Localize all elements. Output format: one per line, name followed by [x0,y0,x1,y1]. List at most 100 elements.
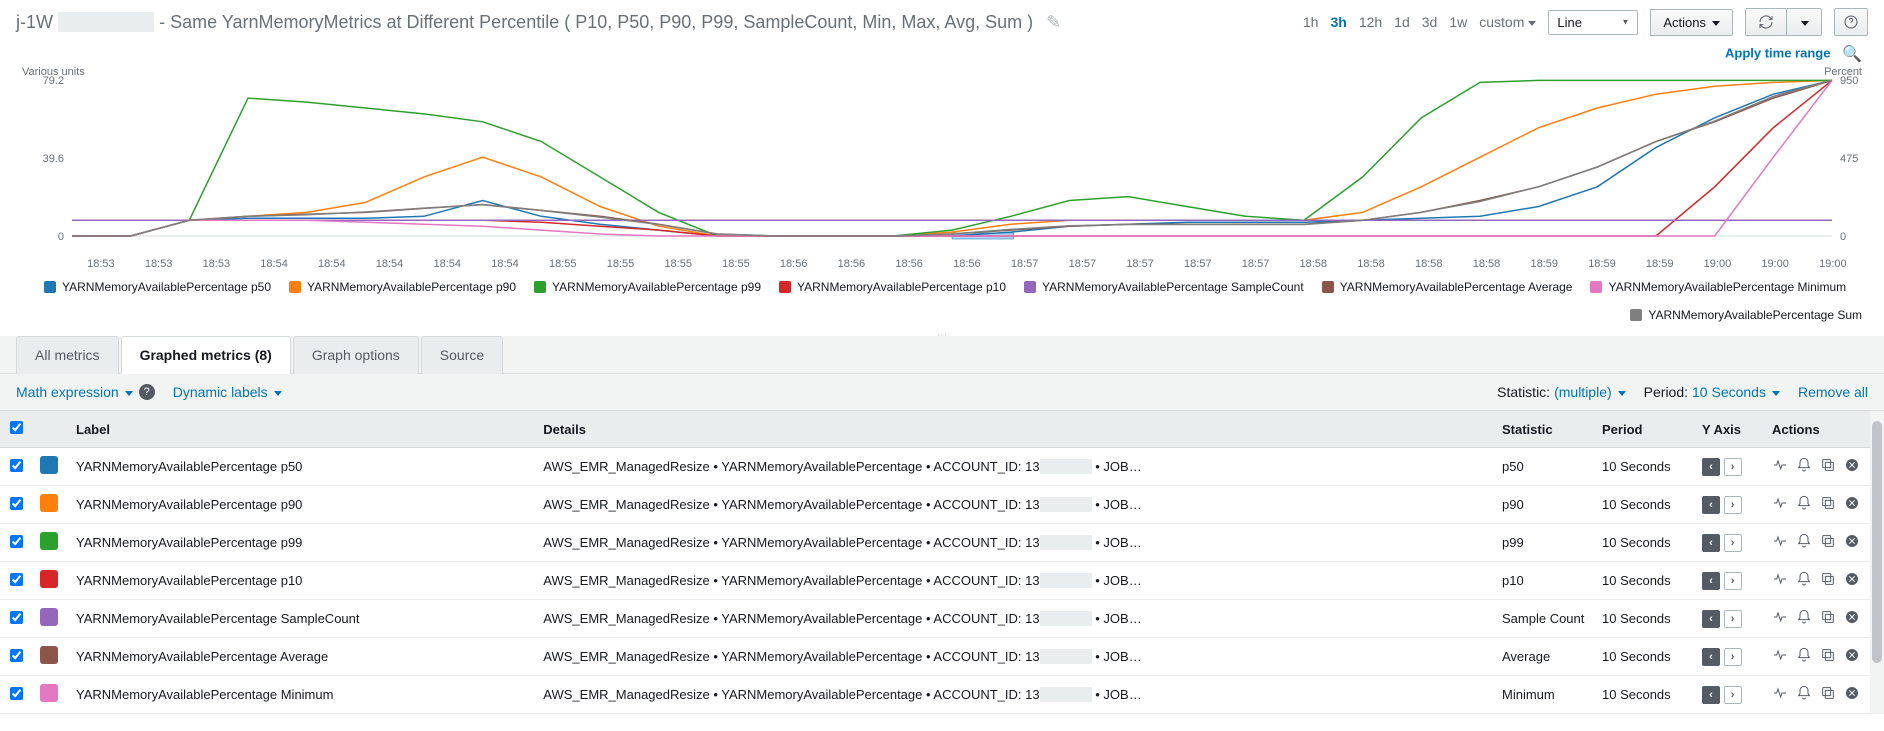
time-range-12h[interactable]: 12h [1359,14,1382,30]
math-expression-link[interactable]: Math expression [16,384,133,400]
tab-all-metrics[interactable]: All metrics [16,336,119,374]
bell-icon[interactable] [1796,647,1812,666]
remove-icon[interactable] [1844,533,1860,552]
remove-icon[interactable] [1844,495,1860,514]
row-period[interactable]: 10 Seconds [1594,562,1694,600]
alarm-icon[interactable] [1772,533,1788,552]
legend-item-right[interactable]: YARNMemoryAvailablePercentage Sum [1630,308,1862,322]
yaxis-left-btn[interactable]: ‹ [1702,572,1720,590]
splitter-handle[interactable]: ⋯ [0,330,1884,336]
row-period[interactable]: 10 Seconds [1594,600,1694,638]
row-statistic[interactable]: Sample Count [1494,600,1594,638]
select-all-checkbox[interactable] [10,421,23,434]
alarm-icon[interactable] [1772,571,1788,590]
color-swatch[interactable] [40,608,58,626]
copy-icon[interactable] [1820,685,1836,704]
color-swatch[interactable] [40,494,58,512]
copy-icon[interactable] [1820,533,1836,552]
color-swatch[interactable] [40,532,58,550]
yaxis-left-btn[interactable]: ‹ [1702,496,1720,514]
alarm-icon[interactable] [1772,609,1788,628]
time-range-3h[interactable]: 3h [1330,14,1346,30]
alarm-icon[interactable] [1772,495,1788,514]
period-dropdown[interactable]: 10 Seconds [1692,384,1780,400]
copy-icon[interactable] [1820,571,1836,590]
alarm-icon[interactable] [1772,647,1788,666]
color-swatch[interactable] [40,570,58,588]
actions-button[interactable]: Actions [1650,9,1733,36]
yaxis-left-btn[interactable]: ‹ [1702,686,1720,704]
row-period[interactable]: 10 Seconds [1594,524,1694,562]
yaxis-right-btn[interactable]: › [1724,572,1742,590]
legend-item[interactable]: YARNMemoryAvailablePercentage p99 [534,280,761,294]
yaxis-right-btn[interactable]: › [1724,648,1742,666]
apply-time-range-link[interactable]: Apply time range [1725,45,1830,60]
yaxis-left-btn[interactable]: ‹ [1702,534,1720,552]
row-statistic[interactable]: Average [1494,638,1594,676]
yaxis-right-btn[interactable]: › [1724,686,1742,704]
remove-all-link[interactable]: Remove all [1798,384,1868,400]
yaxis-right-btn[interactable]: › [1724,534,1742,552]
help-button[interactable] [1834,8,1868,36]
math-help-icon[interactable]: ? [139,384,155,400]
remove-icon[interactable] [1844,647,1860,666]
bell-icon[interactable] [1796,685,1812,704]
edit-title-icon[interactable]: ✎ [1046,12,1061,32]
legend-item[interactable]: YARNMemoryAvailablePercentage p10 [779,280,1006,294]
row-statistic[interactable]: p50 [1494,448,1594,486]
row-period[interactable]: 10 Seconds [1594,486,1694,524]
row-checkbox[interactable] [10,687,23,700]
alarm-icon[interactable] [1772,685,1788,704]
legend-item[interactable]: YARNMemoryAvailablePercentage Average [1322,280,1573,294]
bell-icon[interactable] [1796,457,1812,476]
row-period[interactable]: 10 Seconds [1594,676,1694,714]
copy-icon[interactable] [1820,609,1836,628]
time-range-3d[interactable]: 3d [1422,14,1438,30]
row-checkbox[interactable] [10,611,23,624]
yaxis-right-btn[interactable]: › [1724,496,1742,514]
time-range-1d[interactable]: 1d [1394,14,1410,30]
remove-icon[interactable] [1844,609,1860,628]
remove-icon[interactable] [1844,457,1860,476]
statistic-dropdown[interactable]: (multiple) [1554,384,1626,400]
row-period[interactable]: 10 Seconds [1594,448,1694,486]
tab-graph-options[interactable]: Graph options [293,336,419,374]
row-statistic[interactable]: Minimum [1494,676,1594,714]
legend-item[interactable]: YARNMemoryAvailablePercentage p90 [289,280,516,294]
zoom-icon[interactable]: 🔍 [1842,46,1862,63]
bell-icon[interactable] [1796,609,1812,628]
time-range-1h[interactable]: 1h [1303,14,1319,30]
legend-item[interactable]: YARNMemoryAvailablePercentage SampleCoun… [1024,280,1304,294]
color-swatch[interactable] [40,684,58,702]
bell-icon[interactable] [1796,495,1812,514]
alarm-icon[interactable] [1772,457,1788,476]
tab-graphed-metrics-8-[interactable]: Graphed metrics (8) [121,336,291,374]
color-swatch[interactable] [40,456,58,474]
legend-item[interactable]: YARNMemoryAvailablePercentage Minimum [1590,280,1846,294]
legend-item[interactable]: YARNMemoryAvailablePercentage p50 [44,280,271,294]
time-range-custom[interactable]: custom [1479,14,1536,30]
row-checkbox[interactable] [10,459,23,472]
remove-icon[interactable] [1844,685,1860,704]
row-statistic[interactable]: p90 [1494,486,1594,524]
row-checkbox[interactable] [10,535,23,548]
row-statistic[interactable]: p99 [1494,524,1594,562]
copy-icon[interactable] [1820,457,1836,476]
vertical-scrollbar[interactable] [1870,411,1884,714]
bell-icon[interactable] [1796,571,1812,590]
bell-icon[interactable] [1796,533,1812,552]
refresh-dropdown[interactable] [1786,8,1822,36]
chart-type-select[interactable]: Line [1548,10,1638,35]
yaxis-left-btn[interactable]: ‹ [1702,610,1720,628]
color-swatch[interactable] [40,646,58,664]
refresh-button[interactable] [1745,8,1787,36]
yaxis-right-btn[interactable]: › [1724,458,1742,476]
dynamic-labels-link[interactable]: Dynamic labels [173,384,282,400]
row-checkbox[interactable] [10,573,23,586]
time-range-1w[interactable]: 1w [1449,14,1467,30]
row-checkbox[interactable] [10,497,23,510]
copy-icon[interactable] [1820,495,1836,514]
scrollbar-thumb[interactable] [1872,421,1882,663]
row-statistic[interactable]: p10 [1494,562,1594,600]
yaxis-right-btn[interactable]: › [1724,610,1742,628]
